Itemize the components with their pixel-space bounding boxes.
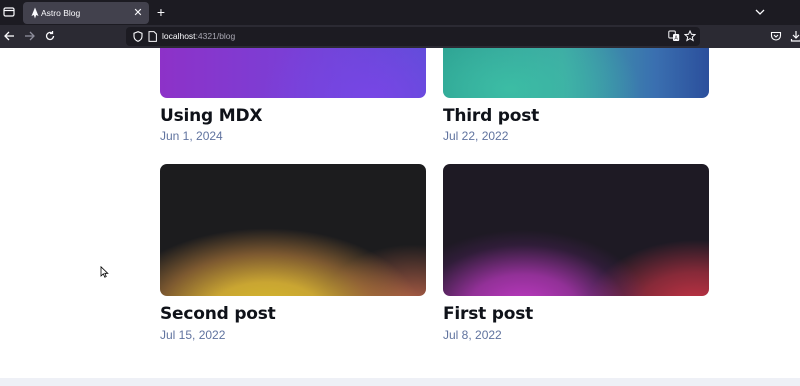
post-title[interactable]: Third post	[443, 106, 539, 126]
reload-icon[interactable]	[44, 30, 56, 42]
svg-text:A: A	[674, 36, 678, 42]
bookmark-star-icon[interactable]	[684, 30, 696, 42]
pocket-icon[interactable]	[770, 30, 782, 42]
post-date: Jun 1, 2024	[160, 129, 223, 143]
blog-page: Using MDX Jun 1, 2024 Third post Jul 22,…	[0, 48, 800, 386]
post-title[interactable]: Using MDX	[160, 106, 262, 126]
address-bar[interactable]: localhost:4321/blog A	[126, 27, 700, 46]
tab-close-icon[interactable]: ✕	[131, 6, 145, 20]
new-tab-button[interactable]: +	[154, 5, 168, 19]
shield-icon[interactable]	[133, 31, 143, 42]
translate-icon[interactable]: A	[668, 30, 680, 42]
post-title[interactable]: First post	[443, 304, 533, 324]
url-text[interactable]: localhost:4321/blog	[162, 30, 235, 43]
url-host: localhost	[162, 31, 196, 41]
mouse-cursor-icon	[100, 266, 109, 278]
post-date: Jul 8, 2022	[443, 328, 502, 342]
forward-arrow-icon[interactable]	[24, 30, 36, 42]
post-date: Jul 22, 2022	[443, 129, 509, 143]
post-thumbnail[interactable]	[443, 48, 709, 98]
download-icon[interactable]	[790, 30, 800, 42]
footer-edge	[0, 378, 800, 386]
back-arrow-icon[interactable]	[3, 30, 15, 42]
chevron-down-icon[interactable]	[754, 6, 766, 18]
tab-title: Astro Blog	[41, 8, 81, 18]
tab-bar: Astro Blog ✕ +	[0, 0, 800, 25]
tab-list-icon[interactable]	[3, 6, 15, 18]
post-thumbnail[interactable]	[160, 48, 426, 98]
post-thumbnail[interactable]	[160, 164, 426, 296]
nav-toolbar: localhost:4321/blog A	[0, 25, 800, 48]
page-info-icon[interactable]	[148, 31, 157, 42]
post-date: Jul 15, 2022	[160, 328, 226, 342]
active-tab[interactable]: Astro Blog ✕	[23, 2, 149, 24]
astro-favicon-icon	[31, 7, 39, 19]
post-thumbnail[interactable]	[443, 164, 709, 296]
url-path: :4321/blog	[195, 31, 236, 41]
post-title[interactable]: Second post	[160, 304, 276, 324]
